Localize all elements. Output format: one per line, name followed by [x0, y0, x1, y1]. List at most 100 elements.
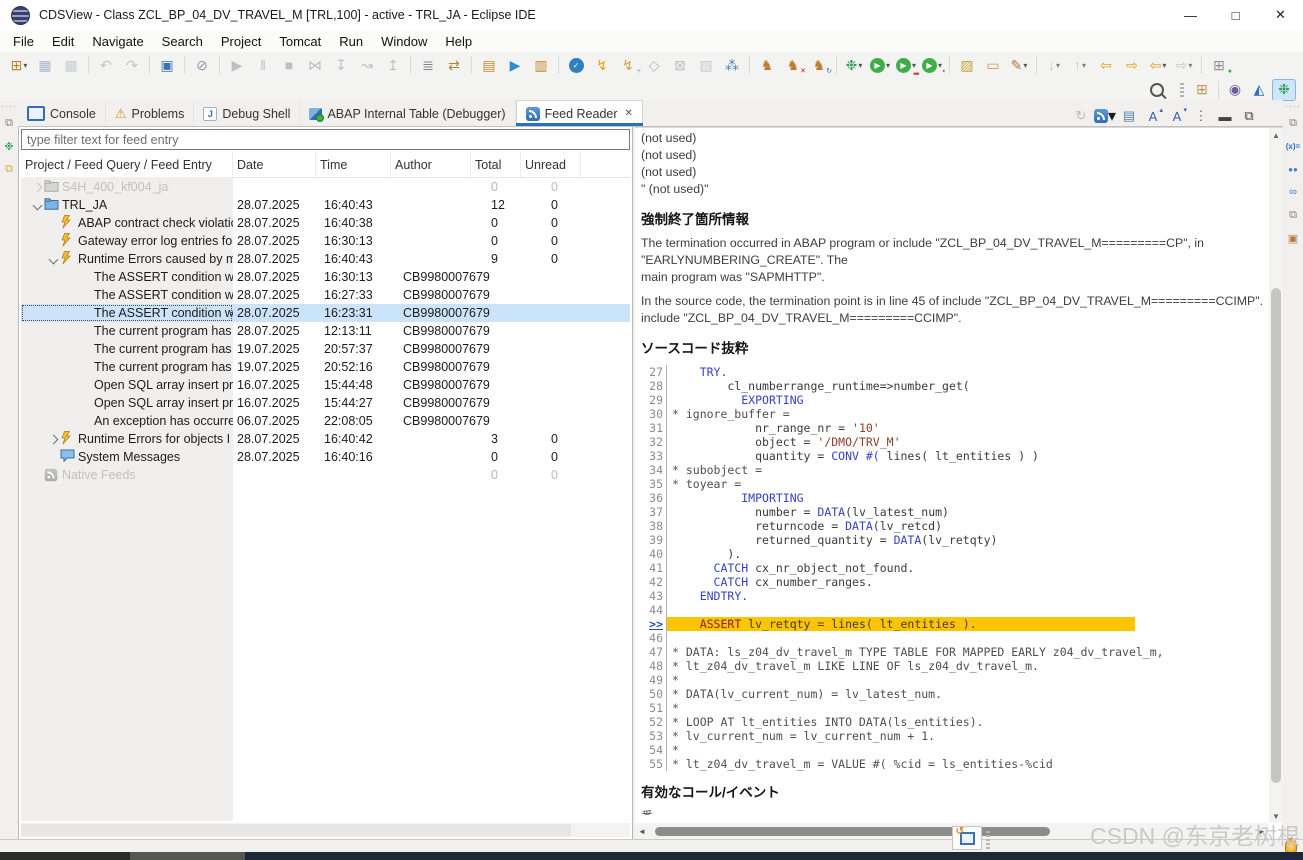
tomcat-restart-icon[interactable]: ♞ ↻ — [806, 54, 832, 76]
export-icon[interactable]: ↑ ▾ — [1067, 54, 1093, 76]
column-header-time[interactable]: Time — [316, 152, 391, 177]
step-return-icon[interactable]: ↥ — [380, 54, 406, 76]
new-feed-query-icon[interactable]: ▾ — [1093, 106, 1116, 126]
undo-icon[interactable]: ↶ — [93, 54, 119, 76]
step-into-icon[interactable]: ↧ — [328, 54, 354, 76]
menu-search[interactable]: Search — [153, 32, 212, 51]
menu-file[interactable]: File — [4, 32, 43, 51]
decrease-font-icon[interactable]: A ▾ — [1166, 106, 1188, 126]
minimize-view-icon[interactable]: ▬ — [1214, 106, 1236, 126]
feed-row-8[interactable]: The current program has i 28.07.2025 12:13… — [21, 322, 630, 340]
check-syntax-icon[interactable]: ✓ — [563, 54, 589, 76]
search-tool-icon[interactable]: ✎ ▾ — [1006, 54, 1032, 76]
increase-font-icon[interactable]: A ▴ — [1142, 106, 1164, 126]
use-step-filters-icon[interactable]: ⇄ — [441, 54, 467, 76]
run-to-line-icon[interactable]: ≣ — [415, 54, 441, 76]
tree-hscroll-thumb[interactable] — [21, 824, 571, 836]
search-icon[interactable] — [1150, 82, 1164, 97]
debug-view-icon[interactable]: ❉ — [0, 137, 18, 155]
menu-edit[interactable]: Edit — [43, 32, 83, 51]
open-perspective-icon[interactable]: ⊞ — [1191, 80, 1213, 100]
tab-feed-reader[interactable]: Feed Reader ✕ — [515, 100, 644, 126]
save-all-icon[interactable]: ▩ — [58, 54, 84, 76]
menu-help[interactable]: Help — [436, 32, 481, 51]
expressions-view-icon[interactable]: ∞ — [1283, 183, 1303, 201]
tab-abap-internal-table-debugger-[interactable]: ABAP Internal Table (Debugger) — [300, 101, 516, 126]
menu-navigate[interactable]: Navigate — [83, 32, 152, 51]
feed-row-0[interactable]: S4H_400_kf004_ja 0 0 — [21, 178, 630, 196]
feed-row-9[interactable]: The current program has i 19.07.2025 20:57… — [21, 340, 630, 358]
import-icon[interactable]: ↓ ▾ — [1041, 54, 1067, 76]
terminate-icon[interactable]: ■ — [276, 54, 302, 76]
restore-view-icon[interactable]: ⧉ — [0, 114, 18, 132]
resume-icon[interactable]: ▶ — [224, 54, 250, 76]
breakpoints-view-icon[interactable]: ●● — [1283, 160, 1303, 178]
relation-explorer-icon[interactable]: ⁂ — [719, 54, 745, 76]
tree-horizontal-scrollbar[interactable] — [21, 823, 630, 837]
minimize-window-icon[interactable]: — — [1168, 0, 1213, 30]
restore-view-icon[interactable]: ⧉ — [1283, 114, 1303, 132]
menu-run[interactable]: Run — [330, 32, 372, 51]
back-icon[interactable]: ⇦ ▾ — [1145, 54, 1171, 76]
next-edit-location-icon[interactable]: ⇨ — [1119, 54, 1145, 76]
tab-problems[interactable]: ⚠ Problems — [106, 101, 195, 126]
feed-row-10[interactable]: The current program has i 19.07.2025 20:52… — [21, 358, 630, 376]
feed-row-13[interactable]: An exception has occurre 06.07.2025 22:08:… — [21, 412, 630, 430]
detail-vscroll-thumb[interactable] — [1271, 288, 1281, 783]
tomcat-start-icon[interactable]: ♞ — [754, 54, 780, 76]
detail-vertical-scrollbar[interactable]: ▲ ▼ — [1269, 128, 1283, 823]
menu-tomcat[interactable]: Tomcat — [270, 32, 330, 51]
tab-console[interactable]: Console — [18, 101, 106, 126]
expander-collapsed-icon[interactable] — [31, 182, 44, 192]
close-window-icon[interactable]: ✕ — [1258, 0, 1303, 30]
disconnect-icon[interactable]: ⋈ — [302, 54, 328, 76]
feed-row-6[interactable]: The ASSERT condition wa 28.07.2025 16:27:3… — [21, 286, 630, 304]
feed-row-4[interactable]: Runtime Errors caused by me 28.07.2025 16:… — [21, 250, 630, 268]
editor-view-icon[interactable]: ▣ — [1283, 229, 1303, 247]
new-wizard-icon[interactable]: ⊞ ▾ — [6, 54, 32, 76]
feed-row-11[interactable]: Open SQL array insert pro 16.07.2025 15:44… — [21, 376, 630, 394]
column-header-total[interactable]: Total — [471, 152, 521, 177]
feed-filter-input[interactable] — [21, 129, 630, 150]
feed-row-14[interactable]: Runtime Errors for objects I a 28.07.2025… — [21, 430, 630, 448]
feed-row-15[interactable]: System Messages 28.07.2025 16:40:16 0 0 — [21, 448, 630, 466]
variables-view-icon[interactable]: (x)= — [1283, 137, 1303, 155]
expander-expanded-icon[interactable] — [47, 254, 60, 264]
activate-multiple-icon[interactable]: ↯ + — [615, 54, 641, 76]
java-ee-perspective-icon[interactable]: ◉ — [1224, 80, 1246, 100]
debug-perspective-icon[interactable]: ❉ — [1272, 78, 1296, 101]
scroll-up-icon[interactable]: ▲ — [1269, 128, 1283, 142]
coverage-icon[interactable]: ▶ ▂ ▾ — [893, 54, 919, 76]
column-header-unread[interactable]: Unread — [521, 152, 581, 177]
save-icon[interactable]: ▦ — [32, 54, 58, 76]
expander-expanded-icon[interactable] — [31, 200, 44, 210]
view-menu-icon[interactable]: ⋮ — [1190, 106, 1212, 126]
maximize-window-icon[interactable]: □ — [1213, 0, 1258, 30]
close-tab-icon[interactable]: ✕ — [625, 108, 633, 119]
pin-editor-icon[interactable]: ⊞ ● — [1206, 54, 1232, 76]
feed-row-2[interactable]: ABAP contract check violatic 28.07.2025 16… — [21, 214, 630, 232]
copy-pages-icon[interactable]: ⧉ — [0, 160, 18, 178]
restore-view-2-icon[interactable]: ⧉ — [1283, 206, 1303, 224]
column-header-project-feed-query-feed-entry[interactable]: Project / Feed Query / Feed Entry ˆ — [21, 152, 233, 177]
feed-row-12[interactable]: Open SQL array insert pro 16.07.2025 15:44… — [21, 394, 630, 412]
redo-icon[interactable]: ↷ — [119, 54, 145, 76]
lock-object-icon[interactable]: ⊠ — [667, 54, 693, 76]
open-resource-icon[interactable]: ▭ — [980, 54, 1006, 76]
refresh-abap-object-icon[interactable]: ▥ — [528, 54, 554, 76]
data-preview-icon[interactable]: ◇ — [641, 54, 667, 76]
menu-window[interactable]: Window — [372, 32, 436, 51]
previous-edit-location-icon[interactable]: ⇦ — [1093, 54, 1119, 76]
scroll-left-icon[interactable]: ◄ — [635, 823, 649, 840]
print-icon[interactable]: ▤ — [1118, 106, 1140, 126]
system-connection-indicator[interactable] — [952, 826, 982, 850]
debug-icon[interactable]: ❉ ▾ — [841, 54, 867, 76]
column-header-author[interactable]: Author — [391, 152, 471, 177]
maximize-view-icon[interactable]: ⧉ — [1238, 106, 1260, 126]
transport-object-icon[interactable]: ▧ — [693, 54, 719, 76]
feed-row-1[interactable]: TRL_JA 28.07.2025 16:40:43 12 0 — [21, 196, 630, 214]
open-abap-object-icon[interactable]: ▤ — [476, 54, 502, 76]
open-type-icon[interactable]: ▨ — [954, 54, 980, 76]
column-header-date[interactable]: Date — [233, 152, 316, 177]
scroll-right-icon[interactable]: ► — [1255, 823, 1269, 840]
